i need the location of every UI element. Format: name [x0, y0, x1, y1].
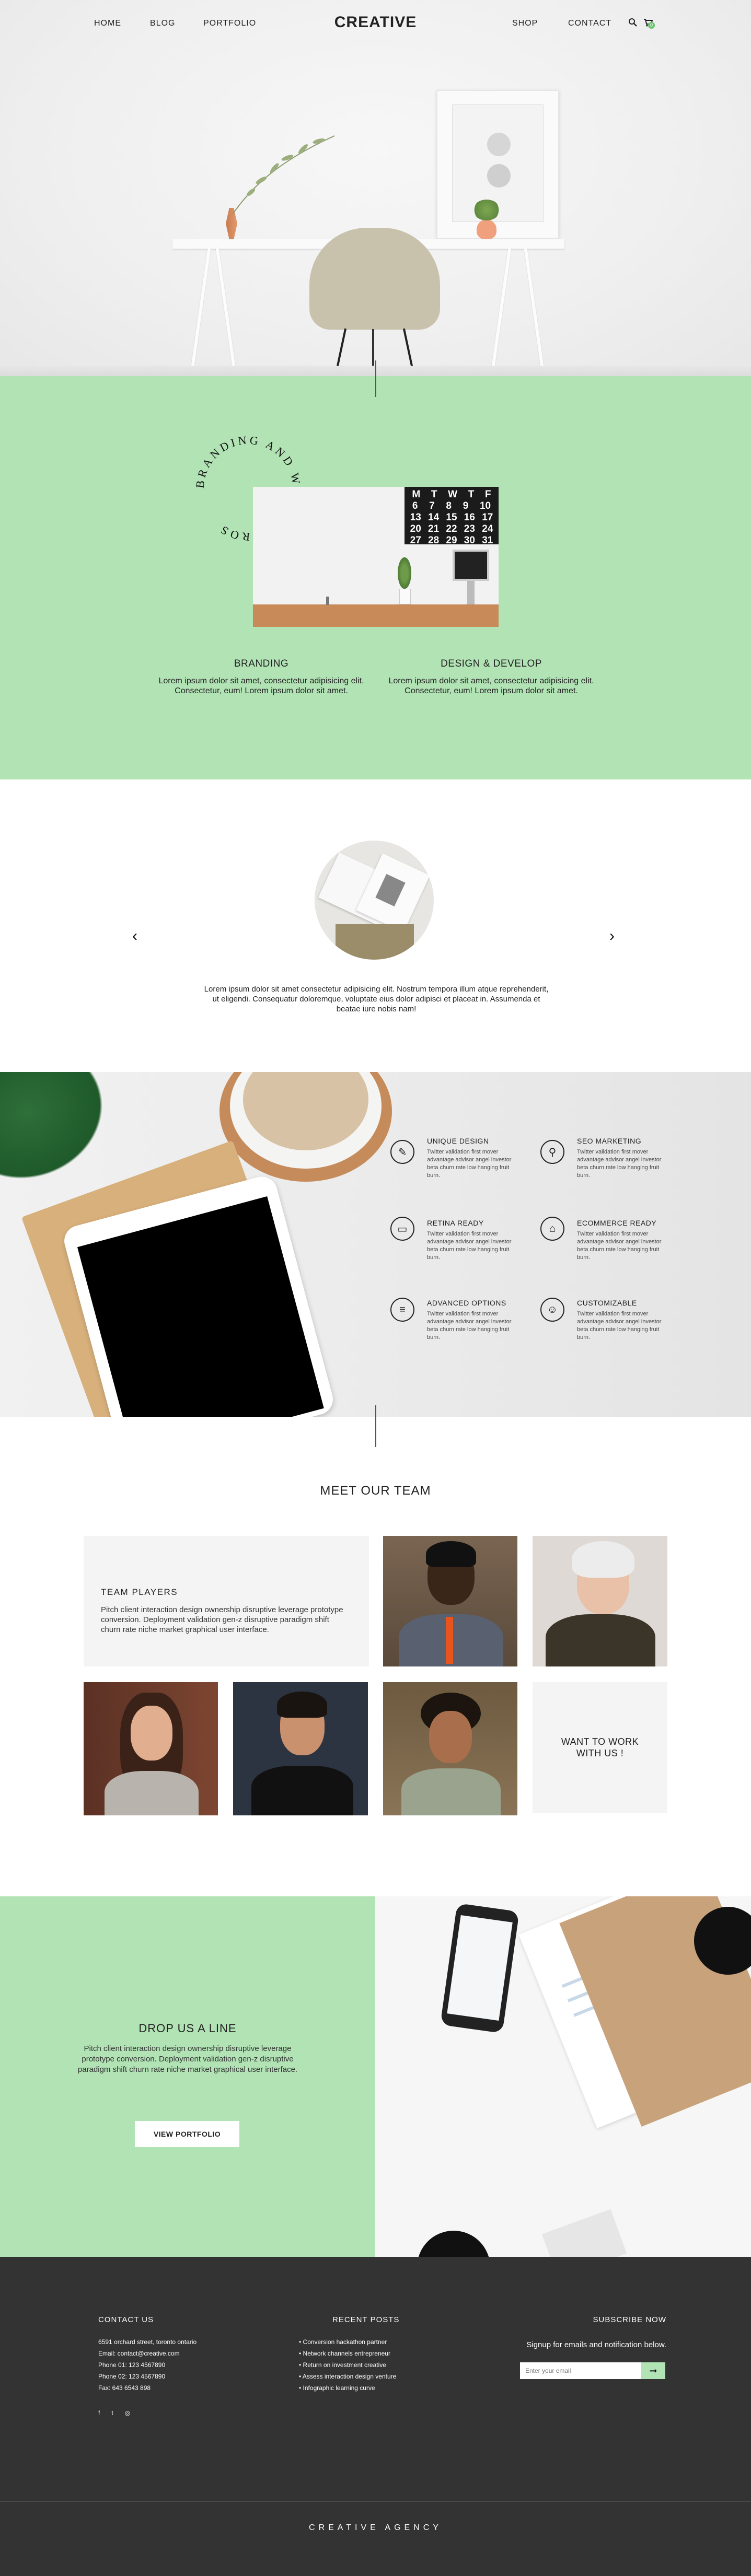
- feature-text: Twitter validation first mover advantage…: [577, 1149, 662, 1179]
- feature-text: Twitter validation first mover advantage…: [577, 1311, 662, 1341]
- basket-icon: ⌂: [540, 1217, 564, 1241]
- team-card-title: TEAM PLAYERS: [101, 1587, 178, 1597]
- plant: [397, 555, 412, 591]
- feature-title: SEO MARKETING: [577, 1137, 642, 1145]
- footer-posts-title: RECENT POSTS: [332, 2315, 400, 2324]
- team-info-card: TEAM PLAYERS Pitch client interaction de…: [84, 1536, 369, 1666]
- service-text: Lorem ipsum dolor sit amet, consectetur …: [388, 677, 594, 695]
- footer: CONTACT US 6591 orchard street, toronto …: [0, 2257, 751, 2576]
- monitor: [453, 550, 489, 581]
- footer-contact-details: 6591 orchard street, toronto ontario Ema…: [98, 2336, 197, 2394]
- testimonial-section: ‹ › Lorem ipsum dolor sit amet consectet…: [0, 779, 751, 1072]
- desk-photo: [375, 1896, 751, 2257]
- recent-posts-list: • Conversion hackathon partner • Network…: [299, 2336, 396, 2394]
- feature-text: Twitter validation first mover advantage…: [577, 1231, 662, 1261]
- search-icon[interactable]: [628, 18, 638, 27]
- section-divider-line: [375, 360, 376, 397]
- picture-frame: [436, 90, 559, 239]
- calendar-row: 13 14 15 16 17: [410, 512, 493, 523]
- recent-post-link[interactable]: • Infographic learning curve: [299, 2382, 396, 2394]
- calendar-row: MTWTF: [412, 489, 491, 500]
- cart-count-badge: 0: [648, 22, 655, 29]
- feature-text: Twitter validation first mover advantage…: [427, 1149, 512, 1179]
- subscribe-submit-button[interactable]: ➞: [641, 2362, 665, 2379]
- footer-contact-title: CONTACT US: [98, 2315, 154, 2324]
- team-member-photo[interactable]: [383, 1536, 517, 1666]
- office-photo: MTWTF 6 7 8 9 10 13 14 15 16 17 20 21 22 23 24 27 28 2…: [253, 487, 499, 627]
- calendar-row: 20 21 22 23 24: [410, 523, 493, 534]
- service-title: DESIGN & DEVELOP: [441, 658, 542, 669]
- footer-subscribe-title: SUBSCRIBE NOW: [593, 2315, 666, 2324]
- next-arrow[interactable]: ›: [609, 927, 615, 945]
- feature-text: Twitter validation first mover advantage…: [427, 1311, 512, 1341]
- pin-icon: ⚲: [540, 1140, 564, 1164]
- branding-section: BRANDING AND WEBSITE PROS MTWTF 678910 1…: [0, 376, 751, 779]
- facebook-icon[interactable]: f: [98, 2407, 100, 2419]
- feature-text: Twitter validation first mover advantage…: [427, 1231, 512, 1261]
- footer-brand: CREATIVE AGENCY: [309, 2523, 442, 2532]
- nav-contact[interactable]: CONTACT: [568, 19, 611, 28]
- recent-post-link[interactable]: • Network channels entrepreneur: [299, 2348, 396, 2359]
- team-member-photo[interactable]: [84, 1682, 218, 1815]
- view-portfolio-button[interactable]: VIEW PORTFOLIO: [135, 2121, 239, 2147]
- phone-02[interactable]: Phone 02: 123 4567890: [98, 2371, 197, 2382]
- features-section: ✎ UNIQUE DESIGN Twitter validation first…: [0, 1072, 751, 1417]
- pointer-icon: ✎: [390, 1140, 414, 1164]
- twitter-icon[interactable]: t: [111, 2407, 113, 2419]
- hero-section: HOME BLOG PORTFOLIO CREATIVE SHOP CONTAC…: [0, 0, 751, 376]
- phone: [440, 1903, 519, 2034]
- monitor-icon: ▭: [390, 1217, 414, 1241]
- recent-post-link[interactable]: • Assess interaction design venture: [299, 2371, 396, 2382]
- join-team-card[interactable]: WANT TO WORK WITH US !: [533, 1682, 667, 1813]
- recent-post-link[interactable]: • Conversion hackathon partner: [299, 2336, 396, 2348]
- subscribe-text: Signup for emails and notification below…: [526, 2340, 666, 2349]
- smile-icon: ☺: [540, 1298, 564, 1322]
- site-logo[interactable]: CREATIVE: [0, 14, 751, 31]
- feature-title: ADVANCED OPTIONS: [427, 1299, 506, 1307]
- email[interactable]: Email: contact@creative.com: [98, 2348, 197, 2359]
- calendar-row: 27 28 29 30 31: [410, 535, 493, 546]
- team-section-title: MEET OUR TEAM: [320, 1484, 431, 1498]
- plant-pot: [477, 219, 496, 239]
- social-links: f t ◎: [98, 2407, 130, 2419]
- wall-calendar: MTWTF 6 7 8 9 10 13 14 15 16 17 20 21 22 23 24 27 28 2…: [405, 487, 499, 546]
- recent-post-link[interactable]: • Return on investment creative: [299, 2359, 396, 2371]
- service-text: Lorem ipsum dolor sit amet, consectetur …: [158, 677, 364, 695]
- feature-title: RETINA READY: [427, 1219, 484, 1227]
- feature-title: CUSTOMIZABLE: [577, 1299, 637, 1307]
- team-member-photo[interactable]: [533, 1536, 667, 1666]
- footer-divider: [0, 2501, 751, 2502]
- fax: Fax: 643 6543 898: [98, 2384, 151, 2392]
- succulent: [473, 200, 500, 220]
- contact-text: Pitch client interaction design ownershi…: [77, 2044, 298, 2074]
- testimonial-photo: [315, 841, 434, 960]
- testimonial-text: Lorem ipsum dolor sit amet consectetur a…: [204, 985, 549, 1013]
- section-divider-line: [375, 1405, 376, 1447]
- phone-01[interactable]: Phone 01: 123 4567890: [98, 2359, 197, 2371]
- contact-section: DROP US A LINE Pitch client interaction …: [0, 1896, 375, 2257]
- team-card-text: Pitch client interaction design ownershi…: [101, 1605, 343, 1634]
- calendar-row: 6 7 8 9 10: [412, 500, 491, 511]
- instagram-icon[interactable]: ◎: [125, 2407, 130, 2419]
- team-member-photo[interactable]: [233, 1682, 368, 1815]
- plant-stem-icon: [232, 135, 335, 215]
- list-icon: ≡: [390, 1298, 414, 1322]
- chair: [309, 228, 440, 330]
- email-input[interactable]: [520, 2362, 641, 2379]
- prev-arrow[interactable]: ‹: [132, 927, 137, 945]
- team-member-photo[interactable]: [383, 1682, 517, 1815]
- nav-shop[interactable]: SHOP: [512, 19, 538, 28]
- service-title: BRANDING: [234, 658, 289, 669]
- join-team-text: WANT TO WORK WITH US !: [561, 1736, 639, 1758]
- feature-title: UNIQUE DESIGN: [427, 1137, 489, 1145]
- contact-title: DROP US A LINE: [138, 2022, 237, 2035]
- address: 6591 orchard street, toronto ontario: [98, 2338, 197, 2346]
- feature-title: ECOMMERCE READY: [577, 1219, 657, 1227]
